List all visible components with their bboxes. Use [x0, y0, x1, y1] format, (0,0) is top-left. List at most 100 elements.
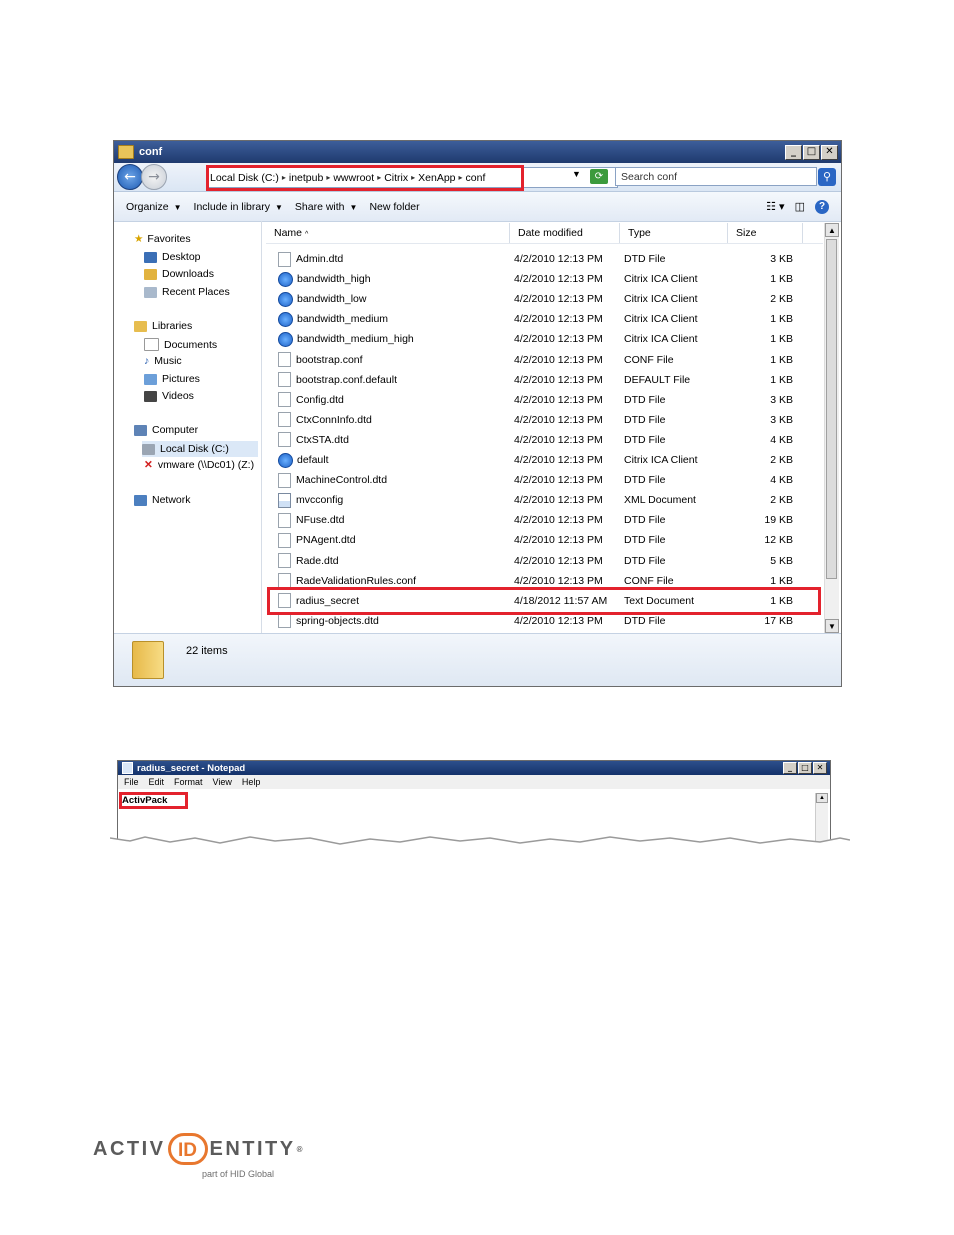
new-folder-button[interactable]: New folder	[369, 201, 419, 213]
menu-help[interactable]: Help	[242, 777, 261, 787]
share-with-button[interactable]: Share with ▼	[295, 201, 358, 213]
scroll-up-icon[interactable]: ▲	[816, 793, 828, 803]
file-size: 1 KB	[770, 373, 793, 386]
nav-desktop[interactable]: Desktop	[144, 251, 201, 263]
minimize-button[interactable]: _	[785, 144, 802, 160]
scroll-thumb[interactable]	[826, 239, 837, 579]
file-row[interactable]: mvcconfig 4/2/2010 12:13 PM XML Document 2 …	[266, 490, 823, 510]
name-column-header[interactable]: Name ^	[266, 223, 510, 243]
scroll-up-icon[interactable]: ▲	[825, 223, 839, 237]
nav-computer[interactable]: Computer	[134, 424, 198, 436]
file-name: Config.dtd	[296, 393, 344, 406]
file-highlight-box	[267, 587, 821, 615]
file-date: 4/2/2010 12:13 PM	[514, 313, 603, 326]
nav-videos[interactable]: Videos	[144, 390, 194, 402]
file-name: MachineControl.dtd	[296, 474, 388, 487]
file-size: 1 KB	[770, 313, 793, 326]
file-type: CONF File	[624, 353, 674, 366]
file-type: Citrix ICA Client	[624, 313, 698, 326]
navigation-pane: ★ Favorites Desktop Downloads Recent Plac…	[114, 221, 262, 635]
menu-file[interactable]: File	[124, 777, 139, 787]
file-row[interactable]: Admin.dtd 4/2/2010 12:13 PM DTD File 3 KB	[266, 249, 823, 269]
menu-view[interactable]: View	[213, 777, 232, 787]
close-button[interactable]: ✕	[813, 762, 827, 774]
nav-recent-places[interactable]: Recent Places	[144, 286, 230, 298]
close-button[interactable]: ✕	[821, 144, 838, 160]
file-row[interactable]: Config.dtd 4/2/2010 12:13 PM DTD File 3 KB	[266, 390, 823, 410]
drive-icon	[142, 443, 155, 455]
help-icon[interactable]: ?	[815, 199, 829, 214]
file-size: 17 KB	[764, 614, 793, 627]
organize-button[interactable]: Organize ▼	[126, 201, 182, 213]
include-in-library-button[interactable]: Include in library ▼	[194, 201, 283, 213]
menu-edit[interactable]: Edit	[149, 777, 165, 787]
file-type: CONF File	[624, 574, 674, 587]
address-dropdown-icon[interactable]: ▼	[572, 169, 581, 179]
notepad-titlebar[interactable]: radius_secret - Notepad _ □ ✕	[118, 761, 830, 775]
nav-vmware-drive[interactable]: ✕ vmware (\\Dc01) (Z:)	[144, 459, 254, 471]
file-row[interactable]: default 4/2/2010 12:13 PM Citrix ICA Clien…	[266, 450, 823, 470]
file-row[interactable]: bandwidth_medium_high 4/2/2010 12:13 PM Ci…	[266, 329, 823, 349]
file-row[interactable]: bootstrap.conf 4/2/2010 12:13 PM CONF File…	[266, 350, 823, 370]
file-name: default	[297, 454, 329, 466]
torn-edge	[110, 836, 850, 858]
nav-music[interactable]: ♪ Music	[144, 355, 182, 367]
explorer-titlebar[interactable]: conf _ □ ✕	[114, 141, 841, 163]
nav-documents[interactable]: Documents	[144, 338, 217, 351]
menu-format[interactable]: Format	[174, 777, 203, 787]
size-column-header[interactable]: Size	[728, 223, 803, 243]
file-date: 4/2/2010 12:13 PM	[514, 514, 603, 527]
maximize-button[interactable]: □	[798, 762, 812, 774]
view-options-icon[interactable]: ☷ ▾	[766, 200, 784, 213]
file-row[interactable]: bandwidth_low 4/2/2010 12:13 PM Citrix ICA…	[266, 289, 823, 309]
file-row[interactable]: bandwidth_medium 4/2/2010 12:13 PM Citrix …	[266, 309, 823, 329]
file-name: spring-objects.dtd	[296, 614, 379, 627]
vertical-scrollbar[interactable]: ▲ ▼	[824, 223, 839, 633]
file-icon	[278, 392, 291, 408]
registered-mark: ®	[296, 1144, 306, 1154]
forward-arrow-icon[interactable]: →	[141, 164, 167, 190]
search-icon[interactable]: ⚲	[818, 168, 836, 186]
xml-file-icon	[278, 492, 291, 508]
nav-downloads[interactable]: Downloads	[144, 268, 214, 280]
nav-pictures[interactable]: Pictures	[144, 373, 200, 385]
disconnected-drive-icon: ✕	[144, 459, 153, 471]
file-list-pane: Name ^ Date modified Type Size Admin.dtd…	[262, 221, 841, 635]
scroll-down-icon[interactable]: ▼	[825, 619, 839, 633]
file-row[interactable]: PNAgent.dtd 4/2/2010 12:13 PM DTD File 12 K…	[266, 530, 823, 550]
music-icon: ♪	[144, 355, 150, 367]
file-icon	[278, 512, 291, 528]
file-size: 1 KB	[770, 333, 793, 346]
file-row[interactable]: bootstrap.conf.default 4/2/2010 12:13 PM D…	[266, 370, 823, 390]
file-date: 4/2/2010 12:13 PM	[514, 413, 603, 426]
back-arrow-icon[interactable]: ←	[117, 164, 143, 190]
nav-local-disk[interactable]: Local Disk (C:)	[142, 441, 258, 457]
nav-favorites[interactable]: ★ Favorites	[134, 233, 191, 245]
libraries-icon	[134, 320, 147, 332]
minimize-button[interactable]: _	[783, 762, 797, 774]
file-size: 4 KB	[770, 474, 793, 487]
file-size: 2 KB	[770, 293, 793, 306]
maximize-button[interactable]: □	[803, 144, 820, 160]
refresh-icon[interactable]: ⟳	[590, 169, 608, 184]
file-date: 4/2/2010 12:13 PM	[514, 433, 603, 446]
preview-pane-icon[interactable]: ◫	[795, 200, 805, 213]
search-input[interactable]: Search conf	[615, 167, 817, 186]
citrix-ica-icon	[278, 452, 293, 468]
file-row[interactable]: bandwidth_high 4/2/2010 12:13 PM Citrix IC…	[266, 269, 823, 289]
logo-id-mark: ID	[167, 1133, 208, 1165]
date-column-header[interactable]: Date modified	[510, 223, 620, 243]
file-row[interactable]: Rade.dtd 4/2/2010 12:13 PM DTD File 5 KB	[266, 551, 823, 571]
file-name: bootstrap.conf.default	[296, 373, 397, 386]
file-icon	[278, 532, 291, 548]
file-row[interactable]: CtxConnInfo.dtd 4/2/2010 12:13 PM DTD File…	[266, 410, 823, 430]
file-icon	[278, 372, 291, 388]
file-name: CtxSTA.dtd	[296, 433, 349, 446]
file-row[interactable]: CtxSTA.dtd 4/2/2010 12:13 PM DTD File 4 KB	[266, 430, 823, 450]
window-title: conf	[139, 146, 163, 158]
nav-network[interactable]: Network	[134, 494, 191, 506]
nav-libraries[interactable]: Libraries	[134, 320, 192, 332]
file-row[interactable]: MachineControl.dtd 4/2/2010 12:13 PM DTD F…	[266, 470, 823, 490]
type-column-header[interactable]: Type	[620, 223, 728, 243]
file-row[interactable]: NFuse.dtd 4/2/2010 12:13 PM DTD File 19 KB	[266, 510, 823, 530]
